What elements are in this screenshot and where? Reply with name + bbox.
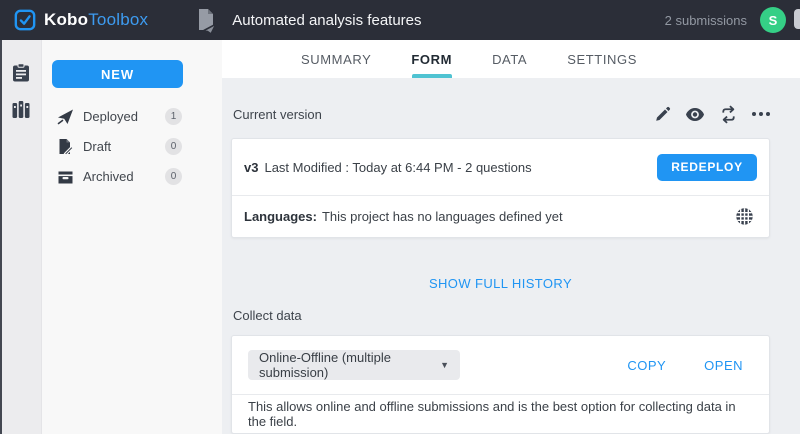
preview-eye-icon[interactable] [685, 107, 705, 122]
collect-method-description: This allows online and offline submissio… [248, 399, 753, 429]
kobo-logo-icon [14, 9, 36, 31]
count-badge: 0 [165, 138, 182, 155]
form-tab-body: Current version [222, 78, 800, 434]
more-dots-icon[interactable] [752, 108, 770, 120]
header-edge-element [794, 9, 800, 29]
logo-text: KoboToolbox [44, 10, 148, 30]
redeploy-cycle-icon[interactable] [719, 105, 738, 124]
active-tab-underline [412, 74, 452, 78]
project-title-group: Automated analysis features [194, 7, 421, 33]
new-project-button[interactable]: NEW [52, 60, 183, 88]
projects-sidebar: NEW Deployed 1 Draft [42, 40, 222, 434]
languages-label: Languages: [244, 209, 317, 224]
chevron-down-icon: ▼ [440, 360, 449, 370]
app-icon-strip [0, 40, 42, 434]
version-number: v3 [244, 160, 258, 175]
open-link[interactable]: OPEN [704, 358, 743, 373]
project-title: Automated analysis features [232, 12, 421, 29]
archive-icon [57, 168, 74, 185]
top-header: KoboToolbox Automated analysis features … [0, 0, 800, 40]
kobotoolbox-logo[interactable]: KoboToolbox [14, 9, 148, 31]
redeploy-button[interactable]: REDEPLOY [657, 154, 757, 181]
form-tabbar: SUMMARY FORM DATA SETTINGS [222, 40, 800, 78]
show-full-history-link[interactable]: SHOW FULL HISTORY [231, 276, 770, 291]
current-version-label: Current version [233, 107, 322, 122]
rocket-icon [57, 108, 74, 125]
project-rocket-icon [194, 7, 218, 33]
globe-icon[interactable] [735, 207, 754, 226]
window-left-edge [0, 40, 2, 434]
tab-summary[interactable]: SUMMARY [301, 40, 371, 78]
sidebar-item-label: Archived [83, 169, 134, 184]
library-icon[interactable] [10, 99, 32, 121]
languages-text: This project has no languages defined ye… [322, 209, 563, 224]
sidebar-item-label: Deployed [83, 109, 138, 124]
submissions-count: 2 submissions [665, 13, 747, 28]
tab-form[interactable]: FORM [411, 40, 452, 78]
avatar[interactable]: S [760, 7, 786, 33]
tab-settings[interactable]: SETTINGS [567, 40, 637, 78]
main-content: SUMMARY FORM DATA SETTINGS Current versi… [222, 40, 800, 434]
version-actions [654, 105, 770, 124]
current-version-card: v3 Last Modified : Today at 6:44 PM - 2 … [231, 138, 770, 238]
dropdown-value: Online-Offline (multiple submission) [259, 350, 440, 380]
copy-link[interactable]: COPY [627, 358, 666, 373]
sidebar-item-deployed[interactable]: Deployed 1 [42, 101, 222, 131]
collect-data-label: Collect data [231, 308, 770, 323]
collect-method-dropdown[interactable]: Online-Offline (multiple submission) ▼ [248, 350, 460, 380]
draft-icon [57, 138, 74, 155]
sidebar-item-label: Draft [83, 139, 111, 154]
last-modified-text: Last Modified : Today at 6:44 PM - 2 que… [264, 160, 531, 175]
kobotoolbox-app: KoboToolbox Automated analysis features … [0, 0, 800, 434]
count-badge: 0 [165, 168, 182, 185]
sidebar-item-archived[interactable]: Archived 0 [42, 161, 222, 191]
sidebar-item-draft[interactable]: Draft 0 [42, 131, 222, 161]
collect-data-card: Online-Offline (multiple submission) ▼ C… [231, 335, 770, 434]
edit-pencil-icon[interactable] [654, 106, 671, 123]
tab-data[interactable]: DATA [492, 40, 527, 78]
projects-clipboard-icon[interactable] [10, 62, 32, 84]
count-badge: 1 [165, 108, 182, 125]
